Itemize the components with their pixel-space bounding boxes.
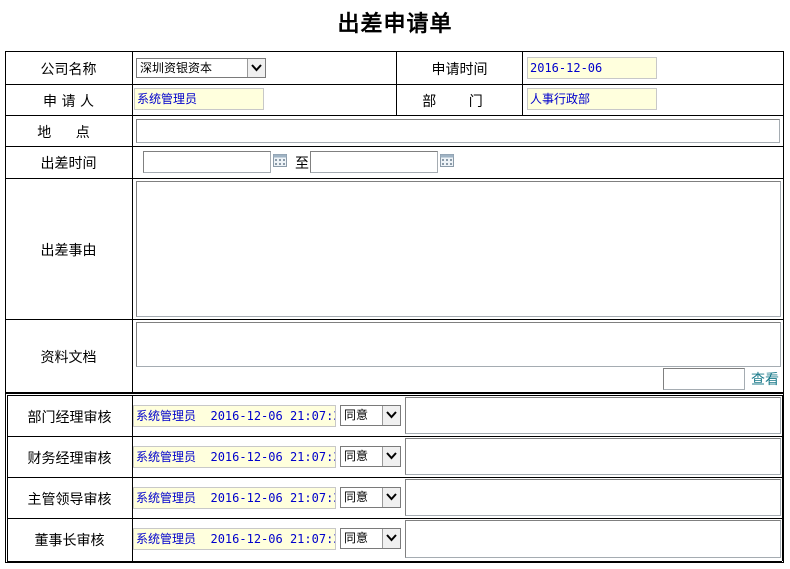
decision-selected-value: 同意: [344, 490, 369, 504]
department-field: 人事行政部: [527, 88, 657, 110]
apply-time-field: 2016-12-06: [527, 57, 657, 79]
divider: [5, 319, 784, 320]
comment-textarea[interactable]: [405, 438, 781, 475]
approval-signature: 系统管理员 2016-12-06 21:07:39: [133, 446, 336, 468]
divider: [7, 561, 782, 562]
comment-textarea[interactable]: [405, 520, 781, 558]
apply-time-label: 申请时间: [431, 62, 488, 78]
approval-signature: 系统管理员 2016-12-06 21:07:39: [133, 528, 336, 550]
reason-label: 出差事由: [40, 243, 97, 259]
calendar-icon[interactable]: [273, 153, 287, 167]
view-link[interactable]: 查看: [751, 369, 779, 389]
approval-label: 主管领导审核: [27, 492, 112, 508]
reason-textarea[interactable]: [136, 181, 781, 317]
approval-label: 财务经理审核: [27, 451, 112, 467]
documents-textarea[interactable]: [136, 322, 781, 367]
applicant-field: 系统管理员: [134, 88, 264, 110]
trip-end-input[interactable]: [310, 151, 438, 173]
divider: [5, 178, 784, 179]
trip-time-label: 出差时间: [40, 156, 97, 172]
company-selected-value: 深圳资银资本: [140, 61, 213, 75]
divider: [132, 51, 133, 393]
comment-textarea[interactable]: [405, 479, 781, 516]
divider: [7, 518, 782, 519]
chevron-down-icon[interactable]: [382, 529, 400, 548]
divider: [522, 51, 523, 84]
divider: [782, 395, 783, 561]
approval-signature: 系统管理员 2016-12-06 21:07:39: [133, 405, 336, 427]
location-input[interactable]: [136, 119, 780, 143]
applicant-label: 申 请 人: [43, 94, 94, 110]
divider: [5, 146, 784, 147]
document-file-input[interactable]: [663, 368, 745, 390]
department-label: 部 门: [422, 94, 497, 110]
decision-select[interactable]: 同意: [340, 528, 401, 549]
divider: [7, 395, 782, 396]
divider: [522, 84, 523, 115]
approval-label: 部门经理审核: [27, 410, 112, 426]
chevron-down-icon[interactable]: [382, 488, 400, 507]
divider: [5, 115, 784, 116]
approval-label: 董事长审核: [34, 533, 105, 549]
location-label: 地 点: [37, 125, 100, 141]
chevron-down-icon[interactable]: [247, 59, 265, 77]
chevron-down-icon[interactable]: [382, 447, 400, 466]
approval-signature: 系统管理员 2016-12-06 21:07:39: [133, 487, 336, 509]
company-label: 公司名称: [40, 62, 97, 78]
decision-select[interactable]: 同意: [340, 405, 401, 426]
divider: [7, 436, 782, 437]
chevron-down-icon[interactable]: [382, 406, 400, 425]
decision-selected-value: 同意: [344, 449, 369, 463]
documents-label: 资料文档: [40, 350, 97, 366]
calendar-icon[interactable]: [440, 153, 454, 167]
to-label: 至: [295, 156, 309, 172]
decision-selected-value: 同意: [344, 531, 369, 545]
comment-textarea[interactable]: [405, 397, 781, 434]
page-title: 出差申请单: [337, 11, 453, 37]
decision-selected-value: 同意: [344, 408, 369, 422]
company-select[interactable]: 深圳资银资本: [136, 58, 266, 78]
divider: [5, 84, 784, 85]
decision-select[interactable]: 同意: [340, 446, 401, 467]
divider: [7, 477, 782, 478]
trip-start-input[interactable]: [143, 151, 271, 173]
decision-select[interactable]: 同意: [340, 487, 401, 508]
